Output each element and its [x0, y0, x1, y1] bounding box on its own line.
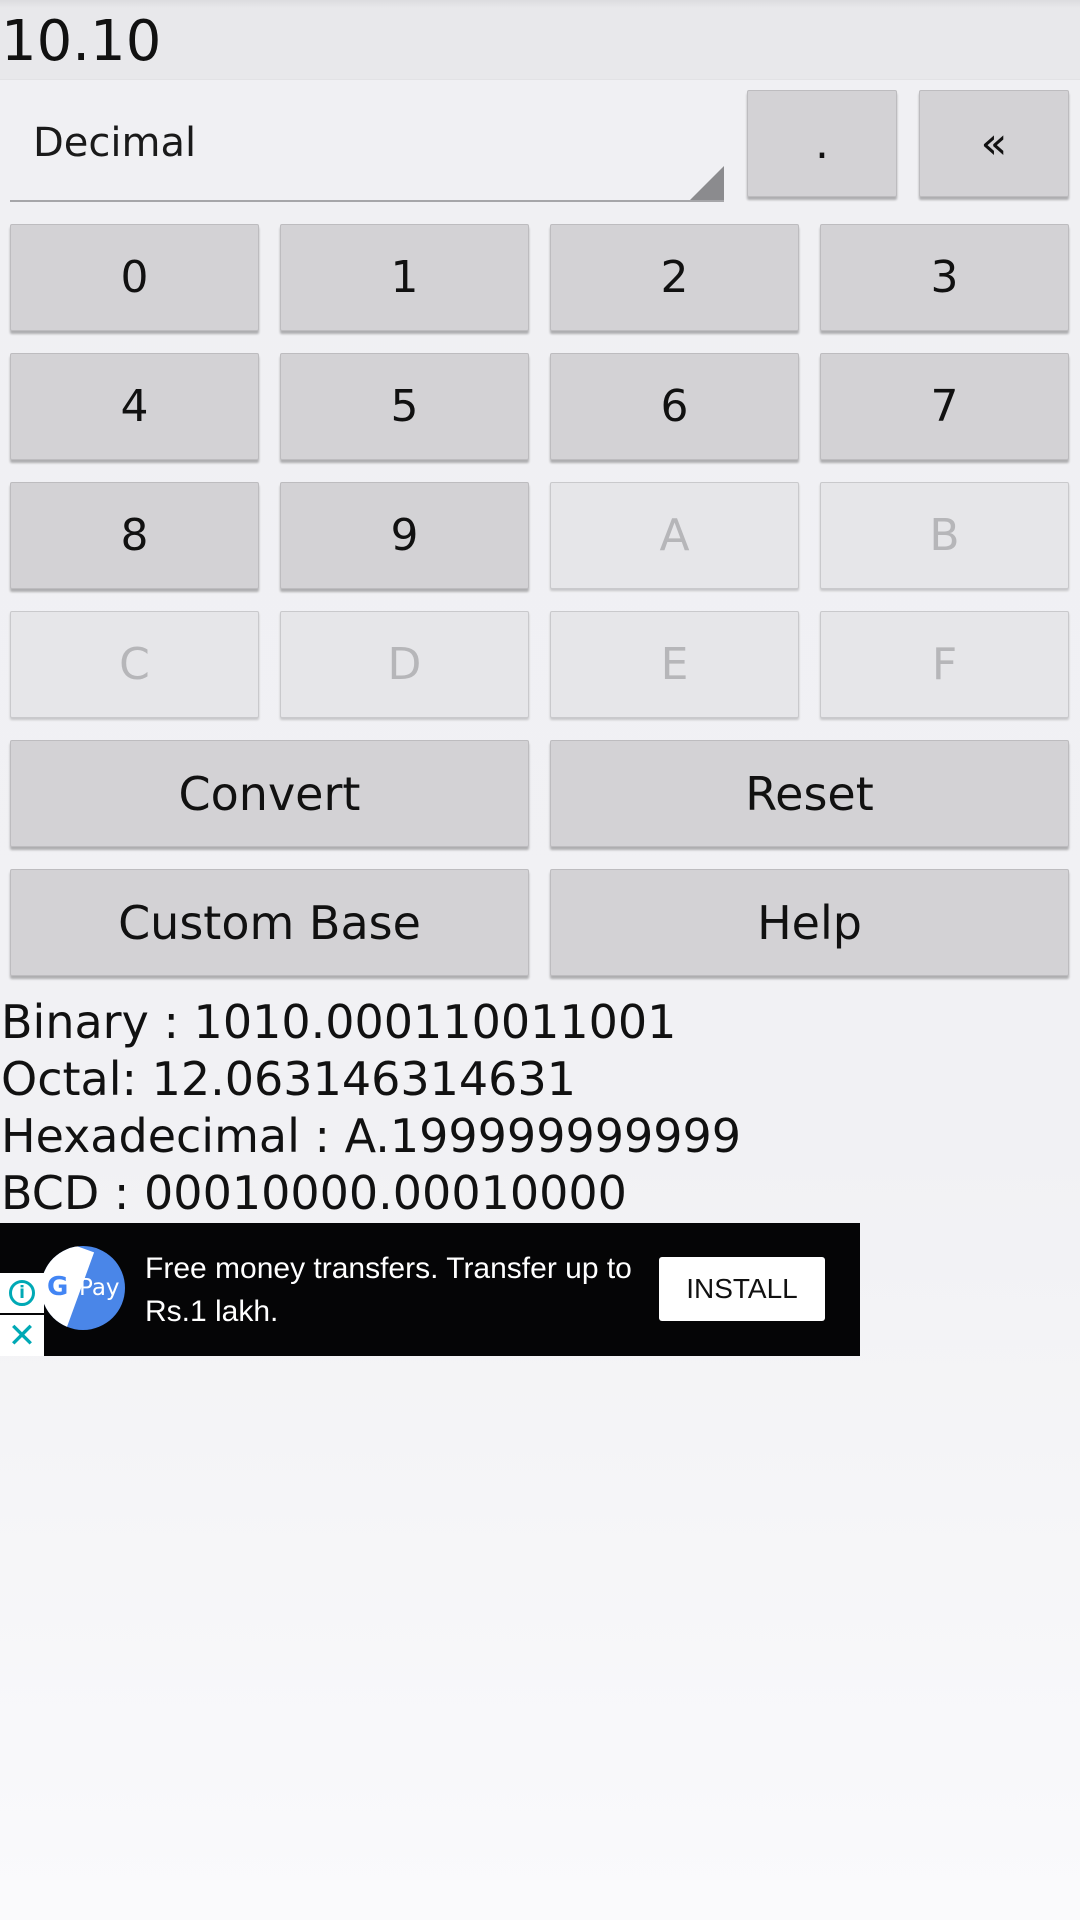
base-selector-value: Decimal [33, 120, 197, 166]
decimal-point-button[interactable]: . [747, 90, 897, 197]
logo-pay-text: Pay [79, 1275, 120, 1301]
bcd-result: BCD : 00010000.00010000 [1, 1166, 627, 1220]
help-button[interactable]: Help [550, 869, 1069, 976]
key-8-button[interactable]: 8 [10, 482, 259, 589]
key-1-button[interactable]: 1 [280, 224, 529, 331]
key-b-button[interactable]: B [820, 482, 1069, 589]
key-6-button[interactable]: 6 [550, 353, 799, 460]
key-2-button[interactable]: 2 [550, 224, 799, 331]
ad-info-icon[interactable]: i [0, 1273, 44, 1313]
conversion-results: Binary : 1010.000110011001 Octal: 12.063… [1, 994, 741, 1222]
key-d-button[interactable]: D [280, 611, 529, 718]
custom-base-button[interactable]: Custom Base [10, 869, 529, 976]
key-7-button[interactable]: 7 [820, 353, 1069, 460]
base-selector-dropdown[interactable]: Decimal [10, 90, 724, 202]
google-pay-logo-icon: G Pay [41, 1246, 125, 1330]
key-3-button[interactable]: 3 [820, 224, 1069, 331]
hexadecimal-result: Hexadecimal : A.199999999999 [1, 1109, 742, 1163]
key-c-button[interactable]: C [10, 611, 259, 718]
reset-button[interactable]: Reset [550, 740, 1069, 847]
number-input-field[interactable]: 10.10 [0, 0, 1080, 80]
dropdown-arrow-icon [690, 166, 724, 200]
key-f-button[interactable]: F [820, 611, 1069, 718]
key-4-button[interactable]: 4 [10, 353, 259, 460]
key-9-button[interactable]: 9 [280, 482, 529, 589]
key-5-button[interactable]: 5 [280, 353, 529, 460]
ad-install-button[interactable]: INSTALL [659, 1257, 825, 1321]
key-a-button[interactable]: A [550, 482, 799, 589]
input-value: 10.10 [1, 9, 162, 74]
key-e-button[interactable]: E [550, 611, 799, 718]
binary-result: Binary : 1010.000110011001 [1, 995, 677, 1049]
ad-text: Free money transfers. Transfer up to Rs.… [145, 1252, 632, 1328]
backspace-button[interactable]: « [919, 90, 1069, 197]
convert-button[interactable]: Convert [10, 740, 529, 847]
octal-result: Octal: 12.063146314631 [1, 1052, 576, 1106]
ad-close-icon[interactable]: ✕ [0, 1315, 44, 1356]
ad-banner[interactable]: G Pay i ✕ Free money transfers. Transfer… [0, 1223, 860, 1356]
key-0-button[interactable]: 0 [10, 224, 259, 331]
logo-g-letter: G [47, 1272, 69, 1302]
